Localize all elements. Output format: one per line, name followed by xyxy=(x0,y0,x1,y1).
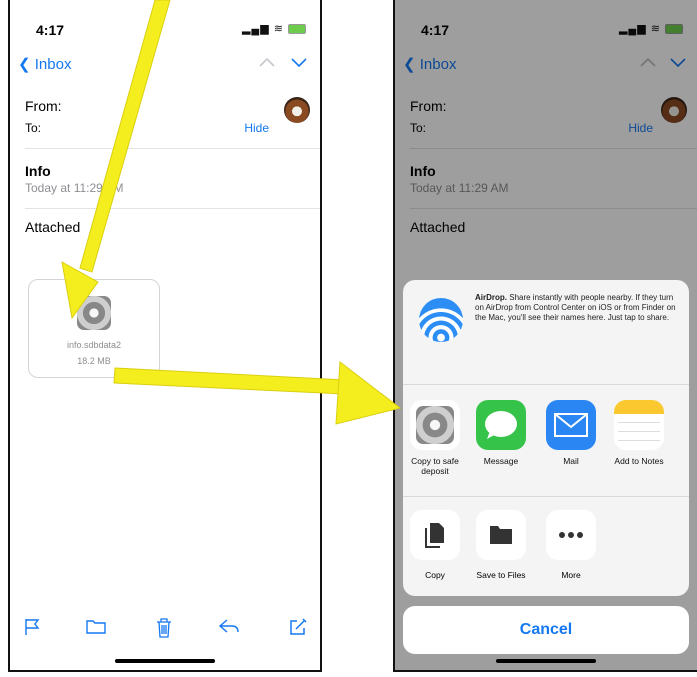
hide-details-button[interactable]: Hide xyxy=(244,121,269,135)
from-label: From: xyxy=(25,98,62,114)
attachment-filename: info.sdbdata2 xyxy=(66,340,122,350)
safe-deposit-icon xyxy=(410,400,460,450)
chevron-up-icon xyxy=(259,57,275,67)
share-app-safe-deposit[interactable]: Copy to safe deposit xyxy=(405,400,465,476)
mail-icon xyxy=(546,400,596,450)
divider xyxy=(25,148,320,149)
action-save-to-files[interactable]: Save to Files xyxy=(471,510,531,580)
copy-icon xyxy=(410,510,460,560)
sender-avatar[interactable] xyxy=(284,97,310,123)
messages-icon xyxy=(476,400,526,450)
airdrop-icon xyxy=(419,298,463,342)
status-time: 4:17 xyxy=(36,22,65,38)
action-label: More xyxy=(561,570,581,580)
message-date: Today at 11:29 AM xyxy=(25,181,124,195)
airdrop-section[interactable]: AirDrop. Share instantly with people nea… xyxy=(403,280,689,384)
message-subject: Info xyxy=(25,163,51,179)
left-phone-screen: 4:17 ▂▄▆ ≋ ❮ Inbox From: To: Hide Info T… xyxy=(8,0,322,672)
mail-toolbar xyxy=(10,618,320,648)
action-label: Save to Files xyxy=(476,570,526,580)
folder-icon xyxy=(86,620,106,634)
back-button[interactable]: ❮ Inbox xyxy=(18,55,71,73)
previous-message-button[interactable] xyxy=(258,55,276,72)
notes-line xyxy=(618,422,660,431)
attachment-card[interactable]: info.sdbdata2 18.2 MB xyxy=(28,279,160,378)
share-app-label: Add to Notes xyxy=(614,456,664,466)
notes-header xyxy=(614,400,664,414)
chevron-left-icon: ❮ xyxy=(18,56,31,73)
wifi-icon: ≋ xyxy=(273,23,284,35)
airdrop-description: AirDrop. Share instantly with people nea… xyxy=(475,293,679,323)
reply-icon xyxy=(218,619,239,633)
ellipsis-icon xyxy=(559,532,583,538)
home-indicator xyxy=(496,659,596,663)
share-sheet: AirDrop. Share instantly with people nea… xyxy=(403,280,689,596)
action-copy[interactable]: Copy xyxy=(405,510,465,580)
vault-icon xyxy=(416,406,454,444)
chevron-down-icon xyxy=(291,58,307,68)
trash-button[interactable] xyxy=(156,618,172,643)
status-icons: ▂▄▆ ≋ xyxy=(242,22,306,35)
status-bar: 4:17 ▂▄▆ ≋ xyxy=(10,0,320,50)
safe-deposit-file-icon xyxy=(77,296,111,330)
documents-icon xyxy=(425,523,444,548)
signal-icon: ▂▄▆ xyxy=(241,23,270,35)
folder-icon xyxy=(490,526,512,544)
notes-line xyxy=(618,440,660,441)
action-label: Copy xyxy=(425,570,445,580)
speech-bubble-icon xyxy=(485,411,517,439)
message-body-text: Attached xyxy=(25,219,81,235)
attachment-size: 18.2 MB xyxy=(77,356,111,366)
action-more[interactable]: More xyxy=(541,510,601,580)
trash-icon xyxy=(157,618,171,638)
to-label: To: xyxy=(25,121,42,135)
more-icon xyxy=(546,510,596,560)
battery-icon xyxy=(288,24,306,35)
envelope-icon xyxy=(554,413,588,437)
right-phone-screen: 4:17 ▂▄▆ ≋ ❮ Inbox From: To: Hide Info T… xyxy=(393,0,697,672)
home-indicator xyxy=(115,659,215,663)
airdrop-title: AirDrop. xyxy=(475,293,507,302)
divider xyxy=(403,496,689,497)
cancel-button[interactable]: Cancel xyxy=(403,606,689,654)
compose-icon xyxy=(290,618,307,635)
flag-icon xyxy=(25,619,40,635)
files-icon xyxy=(476,510,526,560)
notes-icon xyxy=(614,400,664,450)
divider xyxy=(25,208,320,209)
share-app-label: Message xyxy=(483,456,519,466)
notes-line xyxy=(618,431,660,440)
share-app-message[interactable]: Message xyxy=(471,400,531,466)
mail-nav-bar: ❮ Inbox xyxy=(10,55,320,79)
share-app-mail[interactable]: Mail xyxy=(541,400,601,466)
reply-button[interactable] xyxy=(218,618,240,639)
share-app-label: Copy to safe deposit xyxy=(411,456,459,476)
share-app-notes[interactable]: Add to Notes xyxy=(609,400,669,466)
move-to-folder-button[interactable] xyxy=(86,618,106,639)
share-app-label: Mail xyxy=(563,456,579,466)
next-message-button[interactable] xyxy=(290,55,308,72)
back-label: Inbox xyxy=(34,56,72,73)
divider xyxy=(403,384,689,385)
flag-button[interactable] xyxy=(24,618,40,641)
compose-button[interactable] xyxy=(289,618,307,641)
